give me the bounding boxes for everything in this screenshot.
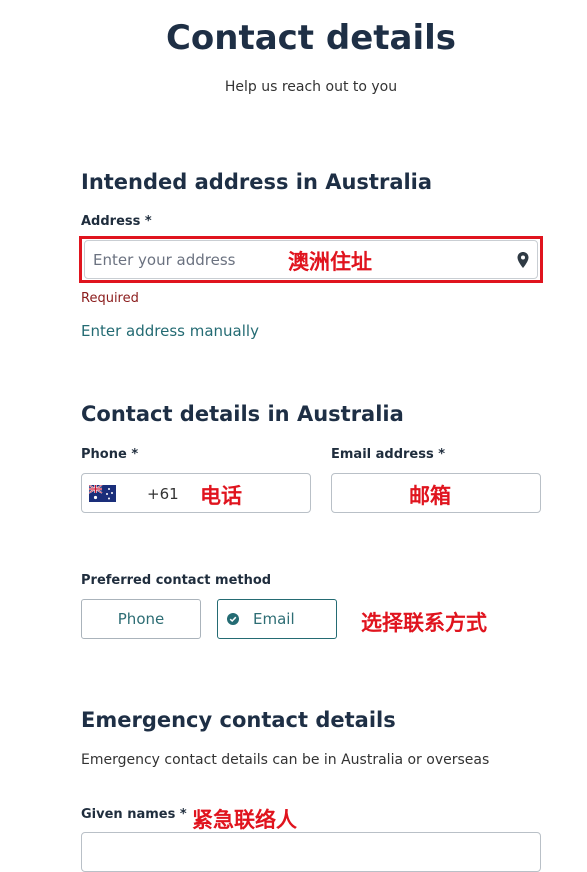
given-names-input[interactable] xyxy=(81,832,541,872)
check-circle-icon xyxy=(227,613,239,625)
australia-flag-icon[interactable] xyxy=(89,485,116,502)
given-names-label: Given names * xyxy=(81,807,187,822)
phone-country-code: +61 xyxy=(147,485,179,503)
address-input[interactable]: Enter your address 澳洲住址 xyxy=(84,240,538,279)
contact-section-heading: Contact details in Australia xyxy=(81,402,404,426)
email-input[interactable]: 邮箱 xyxy=(331,473,541,513)
enter-address-manually-link[interactable]: Enter address manually xyxy=(81,322,259,340)
phone-label-text: Phone xyxy=(81,447,127,462)
phone-annotation: 电话 xyxy=(200,484,242,508)
given-names-required-mark: * xyxy=(179,807,187,822)
address-annotation: 澳洲住址 xyxy=(288,250,372,274)
emergency-section-heading: Emergency contact details xyxy=(81,708,396,732)
given-names-label-text: Given names xyxy=(81,807,176,822)
contact-method-phone-button[interactable]: Phone xyxy=(81,599,201,639)
page-subtitle: Help us reach out to you xyxy=(224,79,398,95)
phone-input[interactable]: +61 电话 xyxy=(81,473,311,513)
email-required-mark: * xyxy=(438,447,446,462)
address-label: Address * xyxy=(81,214,152,229)
phone-label: Phone * xyxy=(81,447,138,462)
contact-method-email-button[interactable]: Email xyxy=(217,599,337,639)
address-error: Required xyxy=(81,291,139,306)
contact-method-email-label: Email xyxy=(253,610,295,628)
email-label: Email address * xyxy=(331,447,445,462)
email-label-text: Email address xyxy=(331,447,434,462)
contact-method-annotation: 选择联系方式 xyxy=(361,611,487,635)
address-label-text: Address xyxy=(81,214,141,229)
address-section-heading: Intended address in Australia xyxy=(81,170,433,194)
address-placeholder: Enter your address xyxy=(93,251,236,269)
phone-required-mark: * xyxy=(131,447,139,462)
map-pin-icon xyxy=(517,252,529,268)
contact-method-phone-label: Phone xyxy=(117,610,165,628)
page-title: Contact details xyxy=(165,18,457,58)
email-annotation: 邮箱 xyxy=(409,484,451,508)
emergency-helper-text: Emergency contact details can be in Aust… xyxy=(81,752,490,768)
address-required-mark: * xyxy=(144,214,152,229)
preferred-contact-label: Preferred contact method xyxy=(81,573,272,588)
given-names-annotation: 紧急联络人 xyxy=(192,808,297,832)
